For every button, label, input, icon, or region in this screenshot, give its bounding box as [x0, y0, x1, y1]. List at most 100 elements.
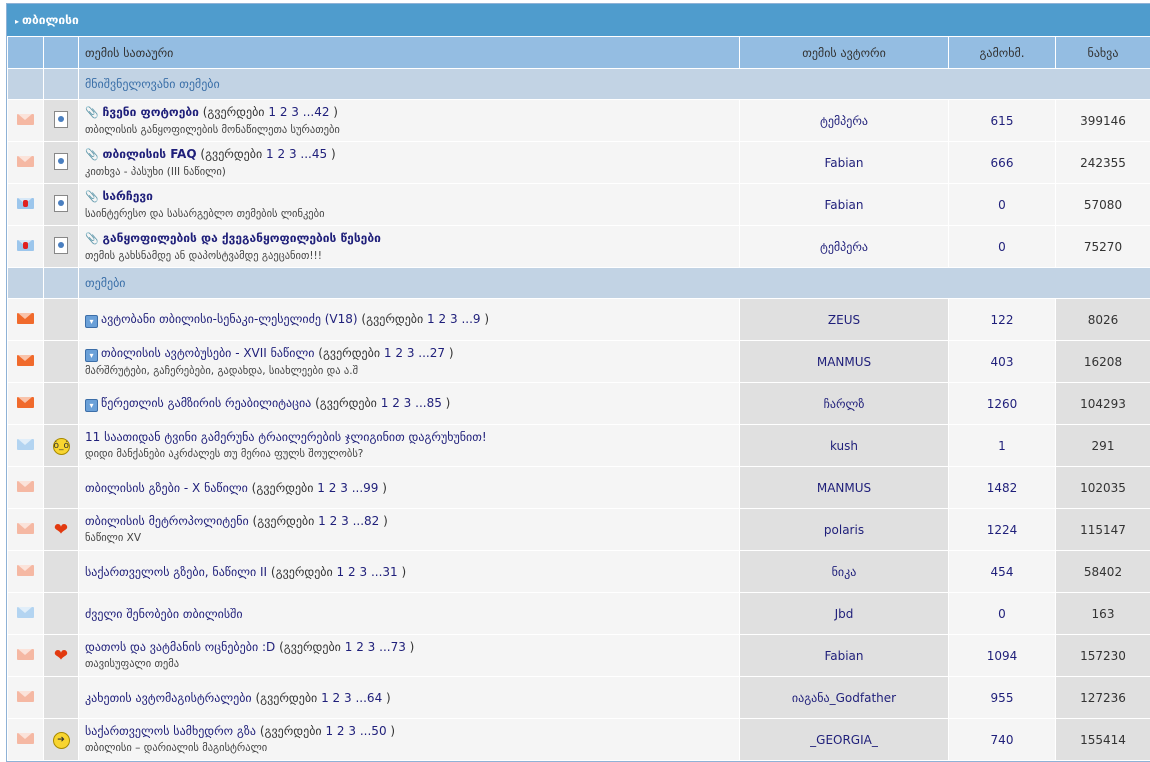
- page-link[interactable]: 3: [348, 724, 356, 738]
- topic-title-link[interactable]: საქართველოს გზები, ნაწილი II: [85, 565, 267, 579]
- page-link[interactable]: 1: [325, 724, 333, 738]
- page-link[interactable]: 2: [356, 640, 364, 654]
- page-link[interactable]: 1: [321, 691, 329, 705]
- page-link[interactable]: 3: [291, 105, 299, 119]
- replies-count[interactable]: 955: [991, 691, 1014, 705]
- status-cell: [8, 142, 44, 184]
- page-link[interactable]: ...45: [300, 147, 327, 161]
- author-link[interactable]: Fabian: [824, 198, 863, 212]
- author-cell: MANMUS: [740, 341, 949, 383]
- page-link[interactable]: 2: [395, 346, 403, 360]
- page-link[interactable]: 1: [337, 565, 345, 579]
- author-link[interactable]: ტემპერა: [820, 240, 868, 254]
- page-link[interactable]: 1: [427, 312, 435, 326]
- topic-description: საინტერესო და სასარგებლო თემების ლინკები: [85, 208, 325, 220]
- page-link[interactable]: 3: [368, 640, 376, 654]
- page-link[interactable]: 3: [344, 691, 352, 705]
- replies-count[interactable]: 122: [991, 313, 1014, 327]
- page-link[interactable]: ...50: [360, 724, 387, 738]
- page-link[interactable]: 1: [266, 147, 274, 161]
- page-link[interactable]: ...73: [379, 640, 406, 654]
- replies-count[interactable]: 740: [991, 733, 1014, 747]
- page-link[interactable]: 1: [318, 514, 326, 528]
- replies-count[interactable]: 1260: [987, 397, 1018, 411]
- page-link[interactable]: ...27: [418, 346, 445, 360]
- replies-count[interactable]: 1094: [987, 649, 1018, 663]
- replies-count[interactable]: 666: [991, 156, 1014, 170]
- topic-title-link[interactable]: თბილისის ავტობუსები - XVII ნაწილი: [101, 346, 314, 360]
- author-link[interactable]: polaris: [824, 523, 864, 537]
- author-link[interactable]: MANMUS: [817, 355, 871, 369]
- page-link[interactable]: 1: [317, 481, 325, 495]
- page-link[interactable]: ...82: [353, 514, 380, 528]
- replies-count[interactable]: 615: [991, 114, 1014, 128]
- topic-title-link[interactable]: სარჩევი: [103, 189, 153, 203]
- page-link[interactable]: ...85: [415, 396, 442, 410]
- page-link[interactable]: 3: [450, 312, 458, 326]
- pagination: (გვერდები 1 2 3 ...31 ): [271, 565, 406, 579]
- page-link[interactable]: 1: [268, 105, 276, 119]
- category-title[interactable]: თბილისი: [22, 13, 79, 27]
- page-link[interactable]: 1: [345, 640, 353, 654]
- topic-title-link[interactable]: ავტობანი თბილისი-სენაკი-ლესელიძე (V18): [101, 312, 358, 326]
- replies-count[interactable]: 403: [991, 355, 1014, 369]
- topic-title-link[interactable]: თბილისის FAQ: [103, 147, 197, 161]
- page-link[interactable]: 3: [340, 481, 348, 495]
- topic-title-link[interactable]: კახეთის ავტომაგისტრალები: [85, 691, 252, 705]
- topic-envelope-icon: [17, 439, 34, 450]
- topic-title-link[interactable]: განყოფილების და ქვეგანყოფილების წესები: [103, 231, 381, 245]
- page-link[interactable]: ...31: [371, 565, 398, 579]
- replies-count[interactable]: 0: [998, 240, 1006, 254]
- replies-count[interactable]: 1482: [987, 481, 1018, 495]
- page-link[interactable]: 2: [277, 147, 285, 161]
- topic-row: 📎 ჩვენი ფოტოები (გვერდები 1 2 3 ...42 )თ…: [8, 100, 1150, 142]
- page-link[interactable]: 2: [280, 105, 288, 119]
- author-link[interactable]: ტემპერა: [820, 114, 868, 128]
- page-link[interactable]: 3: [407, 346, 415, 360]
- author-link[interactable]: MANMUS: [817, 481, 871, 495]
- author-link[interactable]: ZEUS: [828, 313, 860, 327]
- page-link[interactable]: ...64: [355, 691, 382, 705]
- page-link[interactable]: 2: [330, 514, 338, 528]
- topic-title-link[interactable]: 11 საათიდან ტვინი გამერუნა ტრაილერების ჯ…: [85, 430, 487, 444]
- author-link[interactable]: ნიკა: [832, 565, 857, 579]
- page-link[interactable]: 2: [333, 691, 341, 705]
- replies-count[interactable]: 454: [991, 565, 1014, 579]
- page-link[interactable]: 2: [337, 724, 345, 738]
- page-link[interactable]: 1: [384, 346, 392, 360]
- topic-title-link[interactable]: თბილისის გზები - X ნაწილი: [85, 481, 248, 495]
- topic-title-link[interactable]: ძველი შენობები თბილისში: [85, 607, 243, 621]
- page-link[interactable]: ...99: [352, 481, 379, 495]
- author-link[interactable]: kush: [830, 439, 858, 453]
- page-link[interactable]: 3: [341, 514, 349, 528]
- page-link[interactable]: 1: [381, 396, 389, 410]
- page-link[interactable]: 3: [404, 396, 412, 410]
- author-link[interactable]: Fabian: [824, 156, 863, 170]
- topic-title-link[interactable]: წერეთლის გამზირის რეაბილიტაცია: [101, 396, 311, 410]
- page-link[interactable]: 3: [289, 147, 297, 161]
- topic-row: კახეთის ავტომაგისტრალები (გვერდები 1 2 3…: [8, 677, 1150, 719]
- page-link[interactable]: ...9: [461, 312, 480, 326]
- replies-count[interactable]: 1224: [987, 523, 1018, 537]
- replies-count[interactable]: 1: [998, 439, 1006, 453]
- author-link[interactable]: იაგანა_Godfather: [792, 691, 896, 705]
- topic-title-link[interactable]: საქართველოს სამხედრო გზა: [85, 724, 256, 738]
- topic-title-link[interactable]: თბილისის მეტროპოლიტენი: [85, 514, 249, 528]
- topic-title-link[interactable]: ჩვენი ფოტოები: [103, 105, 199, 119]
- page-link[interactable]: 2: [439, 312, 447, 326]
- topic-row: 📎 განყოფილების და ქვეგანყოფილების წესები…: [8, 226, 1150, 268]
- page-link[interactable]: ...42: [303, 105, 330, 119]
- page-link[interactable]: 2: [329, 481, 337, 495]
- author-link[interactable]: Fabian: [824, 649, 863, 663]
- topic-title-link[interactable]: დათოს და ვატმანის ოცნებები :D: [85, 640, 275, 654]
- topic-description: თავისუფალი თემა: [85, 658, 179, 670]
- author-link[interactable]: _GEORGIA_: [810, 733, 878, 747]
- post-icon-cell: [44, 142, 79, 184]
- replies-count[interactable]: 0: [998, 198, 1006, 212]
- page-link[interactable]: 2: [348, 565, 356, 579]
- author-link[interactable]: Jbd: [835, 607, 854, 621]
- replies-count[interactable]: 0: [998, 607, 1006, 621]
- page-link[interactable]: 2: [392, 396, 400, 410]
- author-link[interactable]: ჩარლზ: [824, 397, 865, 411]
- page-link[interactable]: 3: [359, 565, 367, 579]
